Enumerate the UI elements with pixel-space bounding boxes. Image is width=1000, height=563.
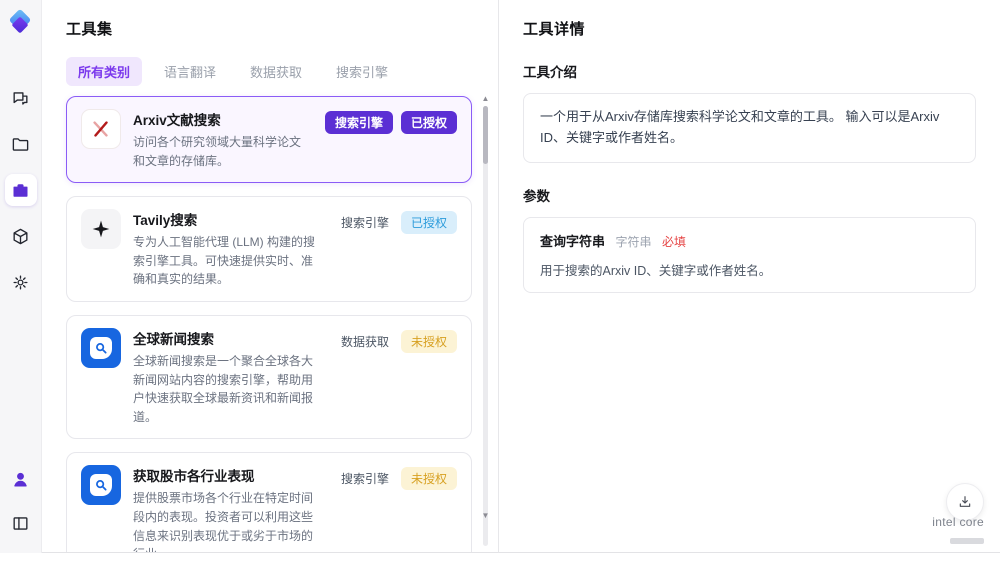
params-heading: 参数	[523, 188, 550, 204]
category-tag: 数据获取	[340, 334, 389, 349]
intro-heading: 工具介绍	[523, 65, 577, 80]
search-app-icon	[81, 327, 121, 368]
cube-icon[interactable]	[5, 220, 37, 252]
chat-icon[interactable]	[5, 82, 37, 114]
tool-description: 专为人工智能代理 (LLM) 构建的搜索引擎工具。可快速提供实时、准确和真实的结…	[133, 235, 316, 287]
detail-title: 工具详情	[523, 21, 586, 38]
intro-text: 一个用于从Arxiv存储库搜索科学论文和文章的工具。 输入可以是Arxiv ID…	[540, 109, 940, 145]
auth-status-badge: 未授权	[400, 467, 457, 491]
list-scrollbar[interactable]: ▲ ▼	[481, 94, 490, 552]
tool-name: Tavily搜索	[133, 213, 198, 229]
user-icon[interactable]	[5, 463, 37, 495]
tab-0[interactable]: 所有类别	[66, 57, 143, 86]
category-tag: 搜索引擎	[340, 216, 389, 231]
scrollbar-track[interactable]	[483, 106, 488, 546]
tool-card[interactable]: 全球新闻搜索全球新闻搜索是一个聚合全球各大新闻网站内容的搜索引擎，帮助用户快速获…	[66, 314, 472, 440]
category-tag: 搜索引擎	[340, 472, 389, 487]
scroll-down-icon[interactable]: ▼	[481, 511, 490, 520]
param-required-badge: 必填	[661, 234, 686, 249]
intel-core-text: intel core	[932, 515, 984, 529]
param-type: 字符串	[615, 234, 652, 249]
download-icon	[959, 496, 971, 507]
auth-status-badge: 已授权	[400, 211, 457, 235]
tavily-icon	[81, 209, 121, 250]
tab-2[interactable]: 数据获取	[238, 57, 314, 86]
auth-status-badge: 已授权	[400, 111, 457, 134]
tool-card[interactable]: 获取股市各行业表现提供股票市场各个行业在特定时间段内的表现。投资者可以利用这些信…	[66, 452, 472, 552]
tool-card[interactable]: Tavily搜索专为人工智能代理 (LLM) 构建的搜索引擎工具。可快速提供实时…	[66, 196, 472, 302]
param-box: 查询字符串 字符串 必填 用于搜索的Arxiv ID、关键字或作者姓名。	[523, 216, 976, 293]
tool-name: Arxiv文献搜索	[133, 113, 221, 128]
arxiv-icon	[81, 109, 121, 149]
tool-description: 全球新闻搜索是一个聚合全球各大新闻网站内容的搜索引擎，帮助用户快速获取全球最新资…	[133, 353, 314, 424]
panels-icon[interactable]	[5, 507, 37, 539]
folder-icon[interactable]	[5, 128, 37, 160]
category-tag: 搜索引擎	[324, 111, 393, 134]
page-title: 工具集	[66, 21, 113, 38]
intel-badge-sub	[950, 538, 984, 544]
tool-list-panel: 工具集 所有类别 语言翻译 数据获取 搜索引擎 Arxiv文献搜索 访问各个研究领域大量…	[42, 0, 498, 553]
scroll-up-icon[interactable]: ▲	[481, 94, 490, 103]
gear-icon[interactable]	[5, 266, 37, 298]
tool-detail-panel: 工具详情 工具介绍 一个用于从Arxiv存储库搜索科学论文和文章的工具。 输入可…	[498, 0, 1000, 553]
app-logo-icon	[8, 8, 34, 40]
param-name: 查询字符串	[540, 233, 606, 249]
toolbox-icon[interactable]	[4, 174, 37, 206]
tab-3[interactable]: 搜索引擎	[324, 57, 400, 86]
tab-1[interactable]: 语言翻译	[152, 57, 228, 86]
tool-card[interactable]: Arxiv文献搜索访问各个研究领域大量科学论文和文章的存储库。 搜索引擎 已授权	[66, 96, 472, 184]
tool-description: 提供股票市场各个行业在特定时间段内的表现。投资者可以利用这些信息来识别表现优于或…	[133, 491, 314, 552]
search-app-icon	[81, 465, 121, 506]
intel-core-logo: intel core	[932, 513, 984, 549]
tool-description: 访问各个研究领域大量科学论文和文章的存储库。	[133, 135, 302, 168]
tool-card-list: Arxiv文献搜索 访问各个研究领域大量科学论文和文章的存储库。 搜索引擎 已授权 Ta…	[66, 96, 490, 552]
tool-name: 获取股市各行业表现	[133, 469, 255, 485]
app-window: 工具集 所有类别 语言翻译 数据获取 搜索引擎 Arxiv文献搜索 访问各个研究领域大量…	[0, 0, 1000, 563]
auth-status-badge: 未授权	[400, 329, 457, 353]
left-rail	[0, 0, 42, 553]
scrollbar-thumb[interactable]	[483, 106, 488, 164]
intro-box: 一个用于从Arxiv存储库搜索科学论文和文章的工具。 输入可以是Arxiv ID…	[523, 93, 976, 163]
category-tabs: 所有类别 语言翻译 数据获取 搜索引擎	[66, 57, 490, 86]
tool-name: 全球新闻搜索	[133, 331, 214, 347]
param-description: 用于搜索的Arxiv ID、关键字或作者姓名。	[540, 263, 772, 278]
